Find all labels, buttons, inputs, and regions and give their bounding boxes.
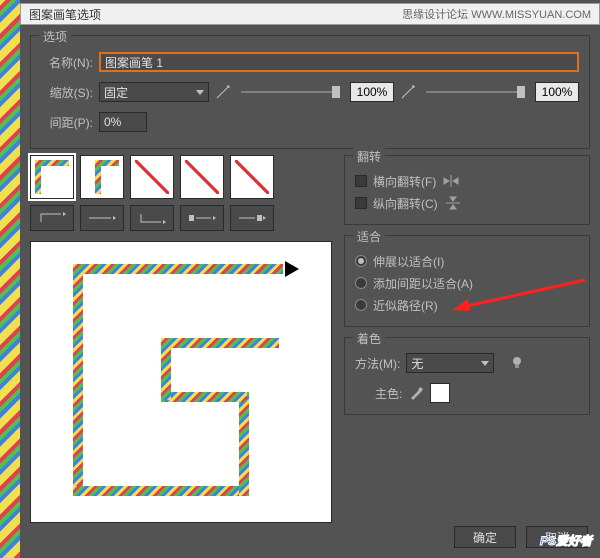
tile-inner-corner[interactable] bbox=[130, 155, 174, 199]
fit-approx-label: 近似路径(R) bbox=[373, 297, 438, 314]
flip-group: 翻转 横向翻转(F) 纵向翻转(C) bbox=[344, 155, 590, 225]
start-icon bbox=[187, 210, 217, 226]
keycolor-swatch[interactable] bbox=[430, 383, 450, 403]
tile-outer-corner[interactable] bbox=[80, 155, 124, 199]
flip-v-label: 纵向翻转(C) bbox=[373, 195, 438, 212]
preview-stroke bbox=[239, 392, 249, 496]
tile-menu-2[interactable] bbox=[80, 205, 124, 231]
scale-slider-1[interactable] bbox=[241, 91, 340, 93]
checkbox[interactable] bbox=[355, 197, 367, 209]
scale-min-icon bbox=[215, 84, 231, 100]
name-input[interactable] bbox=[99, 52, 579, 72]
dialog-body: 选项 名称(N): 缩放(S): 固定 100% 100% 间距(P): bbox=[20, 25, 600, 558]
method-select[interactable]: 无 bbox=[406, 353, 494, 373]
options-group: 选项 名称(N): 缩放(S): 固定 100% 100% 间距(P): bbox=[30, 35, 590, 149]
preview-stroke bbox=[73, 264, 83, 494]
slider-thumb[interactable] bbox=[517, 86, 525, 98]
preview-stroke bbox=[73, 264, 283, 274]
flip-h-row[interactable]: 横向翻转(F) bbox=[355, 170, 579, 192]
scale-mode-select[interactable]: 固定 bbox=[99, 82, 209, 102]
tile-menu-5[interactable] bbox=[230, 205, 274, 231]
fit-stretch-label: 伸展以适合(I) bbox=[373, 253, 444, 270]
left-column bbox=[30, 155, 332, 523]
lightbulb-icon[interactable] bbox=[510, 356, 524, 370]
spacing-row: 间距(P): bbox=[41, 110, 579, 134]
scale-row: 缩放(S): 固定 100% 100% bbox=[41, 80, 579, 104]
keycolor-row: 主色: bbox=[355, 382, 579, 404]
spacing-label: 间距(P): bbox=[41, 114, 93, 131]
arrow-head-icon bbox=[285, 261, 299, 277]
side-icon bbox=[87, 210, 117, 226]
dialog-title: 图案画笔选项 bbox=[29, 6, 101, 23]
radio[interactable] bbox=[355, 277, 367, 289]
scale-max-icon bbox=[400, 84, 416, 100]
preview-stroke bbox=[73, 486, 248, 496]
spacing-input[interactable] bbox=[99, 112, 147, 132]
preview-stroke bbox=[161, 338, 279, 348]
tile-menu-row bbox=[30, 205, 332, 231]
tile-thumb bbox=[35, 160, 41, 194]
checkbox[interactable] bbox=[355, 175, 367, 187]
preview-canvas bbox=[30, 241, 332, 523]
method-row: 方法(M): 无 bbox=[355, 352, 579, 374]
tile-side[interactable] bbox=[30, 155, 74, 199]
tile-start[interactable] bbox=[180, 155, 224, 199]
tile-menu-1[interactable] bbox=[30, 205, 74, 231]
title-bar: 图案画笔选项 思缘设计论坛 WWW.MISSYUAN.COM bbox=[20, 3, 600, 25]
preview-stroke bbox=[161, 392, 247, 402]
ok-button[interactable]: 确定 bbox=[454, 526, 516, 548]
method-label: 方法(M): bbox=[355, 355, 400, 372]
main-columns: 翻转 横向翻转(F) 纵向翻转(C) 适合 伸展以适合(I) bbox=[30, 155, 590, 523]
tile-row bbox=[30, 155, 332, 199]
annotation-arrow bbox=[450, 277, 590, 317]
flip-h-label: 横向翻转(F) bbox=[373, 173, 436, 190]
corner-outer-icon bbox=[37, 210, 67, 226]
decorative-stripe bbox=[0, 0, 20, 558]
name-row: 名称(N): bbox=[41, 50, 579, 74]
colorize-group: 着色 方法(M): 无 主色: bbox=[344, 337, 590, 415]
watermark: PS爱好者 bbox=[540, 529, 592, 550]
scale-slider-2[interactable] bbox=[426, 91, 525, 93]
tile-menu-4[interactable] bbox=[180, 205, 224, 231]
flip-v-row[interactable]: 纵向翻转(C) bbox=[355, 192, 579, 214]
flip-horizontal-icon bbox=[442, 174, 460, 188]
tile-menu-3[interactable] bbox=[130, 205, 174, 231]
tile-end[interactable] bbox=[230, 155, 274, 199]
scale-value-2[interactable]: 100% bbox=[535, 82, 579, 102]
radio[interactable] bbox=[355, 255, 367, 267]
scale-label: 缩放(S): bbox=[41, 84, 93, 101]
corner-inner-icon bbox=[137, 210, 167, 226]
flip-group-title: 翻转 bbox=[353, 148, 385, 165]
fit-group-title: 适合 bbox=[353, 228, 385, 245]
forum-credit: 思缘设计论坛 WWW.MISSYUAN.COM bbox=[402, 6, 591, 22]
keycolor-label: 主色: bbox=[375, 385, 402, 402]
eyedropper-icon[interactable] bbox=[408, 385, 424, 401]
radio[interactable] bbox=[355, 299, 367, 311]
tile-thumb bbox=[95, 160, 101, 194]
slider-thumb[interactable] bbox=[332, 86, 340, 98]
scale-value-1[interactable]: 100% bbox=[350, 82, 394, 102]
name-label: 名称(N): bbox=[41, 54, 93, 71]
end-icon bbox=[237, 210, 267, 226]
colorize-group-title: 着色 bbox=[353, 330, 385, 347]
fit-stretch-row[interactable]: 伸展以适合(I) bbox=[355, 250, 579, 272]
flip-vertical-icon bbox=[444, 196, 462, 210]
options-group-title: 选项 bbox=[39, 28, 71, 45]
right-column: 翻转 横向翻转(F) 纵向翻转(C) 适合 伸展以适合(I) bbox=[344, 155, 590, 523]
